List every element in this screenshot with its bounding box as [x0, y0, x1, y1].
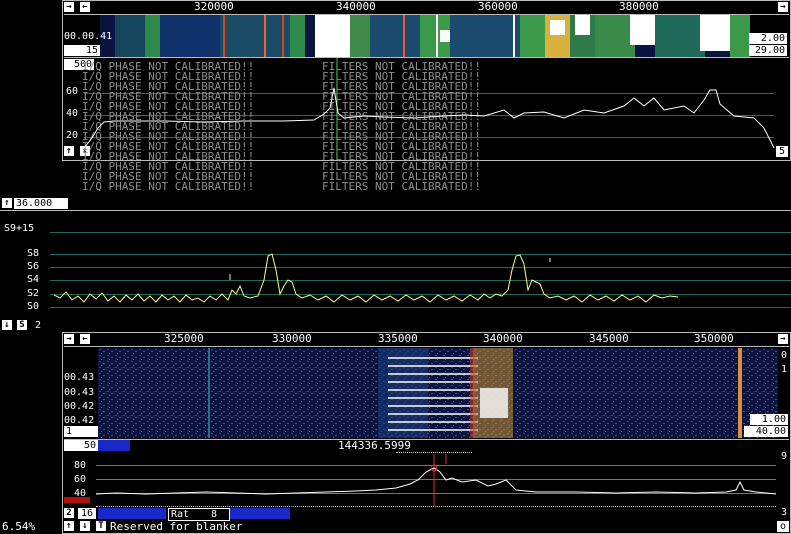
baseband-scale-line: [64, 346, 789, 347]
arrow-up-icon[interactable]: ↑: [2, 198, 12, 208]
wide-y-tick: 60: [66, 86, 79, 97]
baseband-freq-scale: 325000 330000 335000 340000 345000 35000…: [94, 332, 774, 346]
wide-y-tick: 20: [66, 130, 79, 141]
wide-avgnum[interactable]: 15: [64, 45, 100, 56]
wide-spectrum-trace: [84, 58, 775, 158]
arrow-down-icon[interactable]: ↓: [2, 320, 12, 330]
baseband-right-tick: 0: [781, 350, 788, 361]
cpu-load: 6.54%: [2, 520, 36, 533]
arrow-right-icon[interactable]: →: [64, 2, 74, 12]
baseband-right-tick: 1: [781, 364, 788, 375]
arrow-right-icon[interactable]: →: [778, 2, 788, 12]
rat-value: 8: [211, 509, 218, 520]
baseband-right-top: 9: [781, 451, 788, 462]
smeter-trace: [54, 253, 679, 303]
baseband-waterfall: [98, 348, 778, 438]
freq-tick: 345000: [589, 332, 629, 345]
t-button[interactable]: T: [96, 521, 106, 531]
wide-waterfall: [100, 15, 750, 57]
baseband-time-label: 00.43: [64, 387, 95, 398]
btn-o[interactable]: o: [777, 521, 789, 532]
warn-filters: FILTERS NOT CALIBRATED!!: [322, 180, 481, 193]
freq-tick: 330000: [272, 332, 312, 345]
wide-zoom-value[interactable]: 2.00: [749, 33, 787, 44]
baseband-aux-box[interactable]: [230, 508, 290, 519]
status-text: Reserved for blanker: [110, 520, 243, 533]
smeter-top-line: [0, 210, 791, 211]
btn-2[interactable]: 2: [64, 508, 74, 518]
baseband-right-bot: 3: [781, 507, 788, 518]
freq-tick: 320000: [194, 0, 234, 13]
baseband-spec-divider: [64, 439, 789, 440]
baseband-zoom-value[interactable]: 1.00: [750, 414, 788, 425]
arrow-down-icon[interactable]: ↓: [80, 521, 90, 531]
baseband-bottom-left[interactable]: 1: [64, 426, 98, 437]
wide-gain-value[interactable]: 29.00: [749, 45, 787, 56]
baseband-mode-box[interactable]: [98, 508, 166, 519]
wide-spec-right-btn[interactable]: 5: [776, 146, 788, 157]
freq-tick: 340000: [336, 0, 376, 13]
wide-freq-scale: 320000 340000 360000 380000: [94, 0, 774, 14]
smeter-label: S9+15: [4, 223, 35, 234]
arrow-right-icon[interactable]: →: [778, 334, 788, 344]
warn-phase: I/Q PHASE NOT CALIBRATED!!: [82, 180, 255, 193]
baseband-avg[interactable]: 50: [64, 440, 98, 451]
wide-time-label: 00.00.41: [64, 31, 113, 42]
red-indicator: [64, 497, 90, 503]
arrow-left-icon[interactable]: ←: [80, 334, 90, 344]
arrow-right-icon[interactable]: →: [64, 334, 74, 344]
smeter-label: S6: [27, 261, 40, 272]
freq-tick: 380000: [619, 0, 659, 13]
smeter-label: S8: [27, 248, 40, 259]
smeter-value[interactable]: 36.000: [14, 198, 68, 209]
arrow-left-icon[interactable]: ←: [80, 2, 90, 12]
freq-tick: 340000: [483, 332, 523, 345]
wide-y-tick: 40: [66, 108, 79, 119]
grid-line: [50, 232, 791, 233]
freq-tick: 360000: [478, 0, 518, 13]
baseband-gain-value[interactable]: 40.00: [744, 426, 788, 437]
smeter-label: S4: [27, 274, 40, 285]
arrow-up-icon[interactable]: ↑: [64, 146, 74, 156]
smeter-bottom-num: 2: [35, 320, 42, 331]
smeter-label: S2: [27, 288, 40, 299]
smeter-label: S0: [27, 301, 40, 312]
baseband-spectrum-trace: [96, 454, 776, 506]
rat-label: Rat: [171, 509, 190, 520]
freq-tick: 325000: [164, 332, 204, 345]
freq-tick: 335000: [378, 332, 418, 345]
baseband-y-tick: 60: [74, 474, 87, 485]
baseband-y-tick: 80: [74, 460, 87, 471]
btn-16[interactable]: 16: [78, 508, 96, 519]
freq-tick: 350000: [694, 332, 734, 345]
baseband-time-label: 00.42: [64, 415, 95, 426]
baseband-time-label: 00.42: [64, 401, 95, 412]
arrow-up-icon[interactable]: ↑: [64, 521, 74, 531]
baseband-time-label: 00.43: [64, 372, 95, 383]
s-button[interactable]: S: [17, 320, 27, 330]
